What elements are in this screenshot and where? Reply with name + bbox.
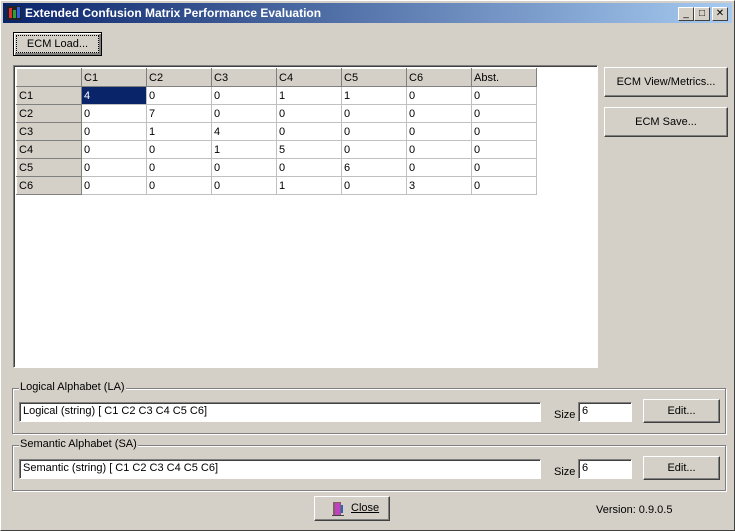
matrix-cell[interactable]: 0 <box>146 86 212 105</box>
matrix-cell[interactable]: 0 <box>406 140 472 159</box>
column-header[interactable]: C2 <box>146 68 212 87</box>
maximize-button[interactable]: □ <box>694 7 710 21</box>
matrix-cell[interactable]: 0 <box>406 122 472 141</box>
matrix-cell[interactable]: 1 <box>276 86 342 105</box>
close-button[interactable]: Close <box>314 496 390 521</box>
logical-alphabet-label: Logical Alphabet (LA) <box>19 381 126 393</box>
matrix-cell[interactable]: 1 <box>276 176 342 195</box>
matrix-cell[interactable]: 0 <box>211 104 277 123</box>
matrix-cell[interactable]: 0 <box>471 104 537 123</box>
main-window: Extended Confusion Matrix Performance Ev… <box>0 0 735 531</box>
matrix-cell[interactable]: 5 <box>276 140 342 159</box>
row-header[interactable]: C3 <box>16 122 82 141</box>
table-row: C4 0 0 1 5 0 0 0 <box>16 140 537 159</box>
matrix-cell[interactable]: 0 <box>341 140 407 159</box>
matrix-cell[interactable]: 0 <box>276 104 342 123</box>
matrix-cell[interactable]: 0 <box>406 86 472 105</box>
semantic-edit-button[interactable]: Edit... <box>643 456 720 480</box>
row-header[interactable]: C2 <box>16 104 82 123</box>
logical-alphabet-group: Logical Alphabet (LA) Logical (string) [… <box>12 381 726 434</box>
row-header[interactable]: C4 <box>16 140 82 159</box>
matrix-cell[interactable]: 3 <box>406 176 472 195</box>
matrix-cell[interactable]: 1 <box>211 140 277 159</box>
app-icon <box>7 6 21 20</box>
column-header[interactable]: C1 <box>81 68 147 87</box>
matrix-cell[interactable]: 0 <box>211 86 277 105</box>
matrix-cell[interactable]: 0 <box>406 158 472 177</box>
matrix-table: C1 C2 C3 C4 C5 C6 Abst. C1 4 0 0 1 1 0 0… <box>16 68 537 195</box>
matrix-cell[interactable]: 7 <box>146 104 212 123</box>
column-header[interactable]: C3 <box>211 68 277 87</box>
matrix-cell[interactable]: 1 <box>146 122 212 141</box>
matrix-cell[interactable]: 0 <box>146 140 212 159</box>
table-row: C2 0 7 0 0 0 0 0 <box>16 104 537 123</box>
matrix-cell[interactable]: 1 <box>341 86 407 105</box>
matrix-cell[interactable]: 0 <box>211 176 277 195</box>
logical-edit-button[interactable]: Edit... <box>643 399 720 423</box>
close-window-button[interactable]: ✕ <box>712 7 728 21</box>
column-header[interactable]: Abst. <box>471 68 537 87</box>
row-header[interactable]: C5 <box>16 158 82 177</box>
matrix-cell[interactable]: 0 <box>81 158 147 177</box>
table-row: C6 0 0 0 1 0 3 0 <box>16 176 537 195</box>
matrix-cell[interactable]: 0 <box>341 122 407 141</box>
semantic-size-label: Size <box>554 466 576 478</box>
matrix-cell[interactable]: 0 <box>471 176 537 195</box>
confusion-matrix-grid[interactable]: C1 C2 C3 C4 C5 C6 Abst. C1 4 0 0 1 1 0 0… <box>13 65 598 368</box>
matrix-cell[interactable]: 0 <box>471 122 537 141</box>
matrix-cell[interactable]: 0 <box>471 158 537 177</box>
matrix-cell[interactable]: 0 <box>81 104 147 123</box>
corner-header <box>16 68 82 87</box>
minimize-icon: _ <box>683 8 689 19</box>
title-bar: Extended Confusion Matrix Performance Ev… <box>3 3 732 23</box>
matrix-cell[interactable]: 0 <box>81 140 147 159</box>
row-header[interactable]: C1 <box>16 86 82 105</box>
semantic-size-field[interactable]: 6 <box>578 459 632 479</box>
version-text: Version: 0.9.0.5 <box>596 504 673 516</box>
matrix-cell[interactable]: 4 <box>211 122 277 141</box>
semantic-alphabet-field[interactable]: Semantic (string) [ C1 C2 C3 C4 C5 C6] <box>19 459 541 479</box>
matrix-cell[interactable]: 0 <box>146 176 212 195</box>
ecm-save-button[interactable]: ECM Save... <box>604 107 728 137</box>
column-header[interactable]: C6 <box>406 68 472 87</box>
matrix-cell[interactable]: 0 <box>211 158 277 177</box>
matrix-cell[interactable]: 0 <box>276 122 342 141</box>
matrix-cell[interactable]: 0 <box>341 104 407 123</box>
matrix-cell[interactable]: 6 <box>341 158 407 177</box>
ecm-load-button[interactable]: ECM Load... <box>13 32 102 56</box>
matrix-cell[interactable]: 0 <box>471 140 537 159</box>
logical-size-label: Size <box>554 409 576 421</box>
header-row: C1 C2 C3 C4 C5 C6 Abst. <box>16 68 537 87</box>
matrix-cell[interactable]: 4 <box>81 86 147 105</box>
matrix-cell[interactable]: 0 <box>406 104 472 123</box>
ecm-view-metrics-button[interactable]: ECM View/Metrics... <box>604 67 728 97</box>
table-row: C1 4 0 0 1 1 0 0 <box>16 86 537 105</box>
door-exit-icon <box>332 502 344 516</box>
row-header[interactable]: C6 <box>16 176 82 195</box>
semantic-alphabet-group: Semantic Alphabet (SA) Semantic (string)… <box>12 438 726 491</box>
column-header[interactable]: C4 <box>276 68 342 87</box>
matrix-cell[interactable]: 0 <box>81 176 147 195</box>
window-title: Extended Confusion Matrix Performance Ev… <box>25 6 322 20</box>
matrix-cell[interactable]: 0 <box>276 158 342 177</box>
close-icon: ✕ <box>715 8 725 19</box>
column-header[interactable]: C5 <box>341 68 407 87</box>
maximize-icon: □ <box>698 8 706 19</box>
table-row: C3 0 1 4 0 0 0 0 <box>16 122 537 141</box>
logical-size-field[interactable]: 6 <box>578 402 632 422</box>
semantic-alphabet-label: Semantic Alphabet (SA) <box>19 438 138 450</box>
close-button-label: Close <box>351 502 380 514</box>
matrix-cell[interactable]: 0 <box>81 122 147 141</box>
table-row: C5 0 0 0 0 6 0 0 <box>16 158 537 177</box>
matrix-cell[interactable]: 0 <box>341 176 407 195</box>
matrix-cell[interactable]: 0 <box>146 158 212 177</box>
minimize-button[interactable]: _ <box>678 7 694 21</box>
logical-alphabet-field[interactable]: Logical (string) [ C1 C2 C3 C4 C5 C6] <box>19 402 541 422</box>
matrix-cell[interactable]: 0 <box>471 86 537 105</box>
